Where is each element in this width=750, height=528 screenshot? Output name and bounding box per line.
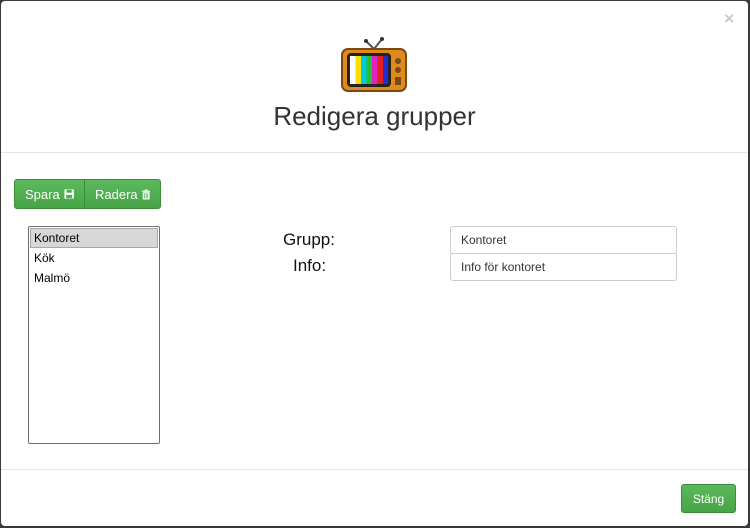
save-button-label: Spara — [25, 186, 60, 202]
edit-groups-modal: × Redigera grupper Spara Radera Kontoret… — [1, 1, 748, 526]
header-divider — [1, 152, 748, 153]
info-label: Info: — [293, 256, 327, 275]
action-button-group: Spara Radera — [14, 179, 161, 209]
tv-icon — [341, 37, 407, 92]
group-listbox[interactable]: Kontoret Kök Malmö — [28, 226, 160, 444]
modal-title: Redigera grupper — [273, 101, 476, 131]
close-button[interactable]: Stäng — [681, 484, 736, 513]
group-name-field[interactable]: Kontoret — [450, 226, 677, 254]
delete-button-label: Radera — [95, 186, 138, 202]
list-item[interactable]: Kök — [30, 248, 158, 268]
floppy-disk-icon — [64, 189, 74, 199]
list-item[interactable]: Malmö — [30, 268, 158, 288]
save-button[interactable]: Spara — [14, 179, 85, 209]
footer-divider — [1, 469, 748, 470]
list-item[interactable]: Kontoret — [30, 228, 158, 248]
trash-icon — [141, 189, 150, 199]
delete-button[interactable]: Radera — [84, 179, 161, 209]
group-label: Grupp: — [283, 230, 335, 249]
info-field[interactable]: Info för kontoret — [450, 253, 677, 281]
close-icon[interactable]: × — [724, 10, 734, 28]
